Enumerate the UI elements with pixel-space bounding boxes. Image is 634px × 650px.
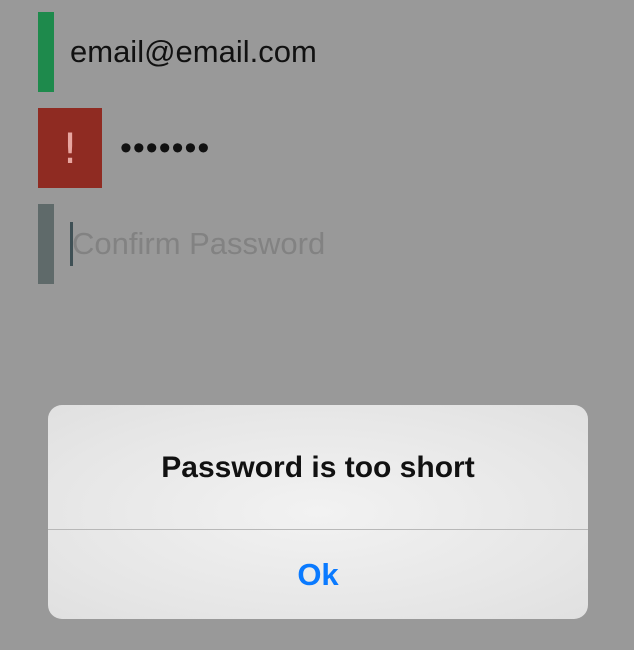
- ok-button[interactable]: Ok: [48, 530, 588, 619]
- confirm-password-placeholder: Confirm Password: [72, 226, 326, 261]
- password-value: •••••••: [120, 129, 211, 167]
- confirm-password-indicator: [38, 204, 54, 284]
- password-error-icon: !: [38, 108, 102, 188]
- email-field[interactable]: email@email.com: [38, 12, 634, 92]
- alert-title: Password is too short: [161, 450, 475, 484]
- confirm-password-field[interactable]: Confirm Password: [38, 204, 634, 284]
- email-value: email@email.com: [70, 34, 317, 69]
- exclamation-icon: !: [61, 123, 79, 173]
- email-valid-indicator: [38, 12, 54, 92]
- password-field[interactable]: ! •••••••: [38, 108, 634, 188]
- alert-dialog: Password is too short Ok: [48, 405, 588, 619]
